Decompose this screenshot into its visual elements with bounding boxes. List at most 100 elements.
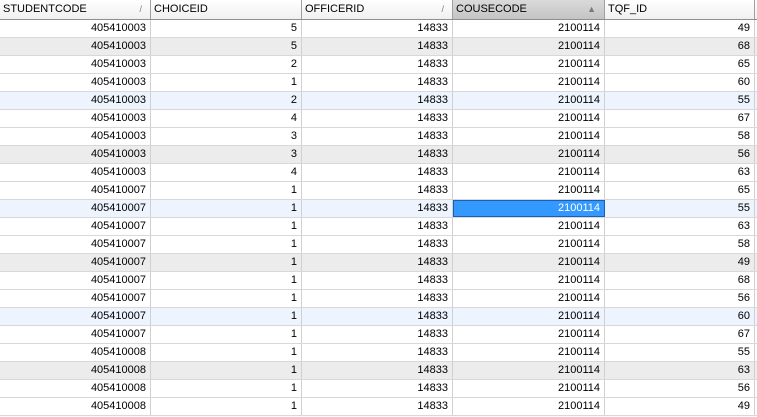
cell-studentcode[interactable]: 405410003	[0, 128, 151, 145]
table-row[interactable]: 405410003 4 14833 2100114 67	[0, 110, 757, 128]
table-row[interactable]: 405410007 1 14833 2100114 65	[0, 182, 757, 200]
cell-tqf-id[interactable]: 58	[605, 236, 755, 253]
cell-tqf-id[interactable]: 56	[605, 290, 755, 307]
cell-cousecode[interactable]: 2100114	[453, 110, 605, 127]
cell-choiceid[interactable]: 1	[151, 308, 302, 325]
cell-officerid[interactable]: 14833	[302, 290, 453, 307]
table-row[interactable]: 405410007 1 14833 2100114 55	[0, 200, 757, 218]
cell-officerid[interactable]: 14833	[302, 164, 453, 181]
table-row[interactable]: 405410003 5 14833 2100114 68	[0, 38, 757, 56]
cell-officerid[interactable]: 14833	[302, 380, 453, 397]
cell-studentcode[interactable]: 405410007	[0, 218, 151, 235]
cell-tqf-id[interactable]: 68	[605, 272, 755, 289]
cell-cousecode[interactable]: 2100114	[453, 146, 605, 163]
cell-studentcode[interactable]: 405410003	[0, 92, 151, 109]
cell-officerid[interactable]: 14833	[302, 326, 453, 343]
cell-choiceid[interactable]: 2	[151, 56, 302, 73]
cell-tqf-id[interactable]: 49	[605, 20, 755, 37]
cell-cousecode[interactable]: 2100114	[453, 218, 605, 235]
cell-choiceid[interactable]: 5	[151, 38, 302, 55]
cell-officerid[interactable]: 14833	[302, 344, 453, 361]
cell-cousecode[interactable]: 2100114	[453, 20, 605, 37]
cell-officerid[interactable]: 14833	[302, 20, 453, 37]
cell-officerid[interactable]: 14833	[302, 308, 453, 325]
cell-cousecode[interactable]: 2100114	[453, 164, 605, 181]
table-row[interactable]: 405410007 1 14833 2100114 67	[0, 326, 757, 344]
table-row[interactable]: 405410003 3 14833 2100114 58	[0, 128, 757, 146]
cell-cousecode[interactable]: 2100114	[453, 380, 605, 397]
cell-cousecode[interactable]: 2100114	[453, 290, 605, 307]
cell-choiceid[interactable]: 1	[151, 398, 302, 415]
cell-choiceid[interactable]: 1	[151, 362, 302, 379]
cell-tqf-id[interactable]: 58	[605, 128, 755, 145]
cell-studentcode[interactable]: 405410007	[0, 236, 151, 253]
data-grid[interactable]: STUDENTCODE / CHOICEID OFFICERID / COUSECODE ▲…	[0, 0, 757, 417]
table-row[interactable]: 405410003 4 14833 2100114 63	[0, 164, 757, 182]
cell-officerid[interactable]: 14833	[302, 200, 453, 217]
cell-cousecode[interactable]: 2100114	[453, 200, 605, 217]
cell-officerid[interactable]: 14833	[302, 128, 453, 145]
cell-tqf-id[interactable]: 67	[605, 326, 755, 343]
cell-studentcode[interactable]: 405410003	[0, 164, 151, 181]
table-row[interactable]: 405410007 1 14833 2100114 56	[0, 290, 757, 308]
cell-cousecode[interactable]: 2100114	[453, 272, 605, 289]
column-header-tqf-id[interactable]: TQF_ID	[605, 0, 755, 19]
cell-studentcode[interactable]: 405410007	[0, 326, 151, 343]
cell-tqf-id[interactable]: 56	[605, 146, 755, 163]
cell-cousecode[interactable]: 2100114	[453, 38, 605, 55]
column-header-officerid[interactable]: OFFICERID /	[302, 0, 453, 19]
cell-choiceid[interactable]: 1	[151, 74, 302, 91]
cell-tqf-id[interactable]: 68	[605, 38, 755, 55]
cell-tqf-id[interactable]: 49	[605, 254, 755, 271]
cell-studentcode[interactable]: 405410007	[0, 290, 151, 307]
cell-tqf-id[interactable]: 63	[605, 164, 755, 181]
cell-choiceid[interactable]: 1	[151, 236, 302, 253]
column-header-choiceid[interactable]: CHOICEID	[151, 0, 302, 19]
cell-cousecode[interactable]: 2100114	[453, 326, 605, 343]
cell-tqf-id[interactable]: 63	[605, 218, 755, 235]
cell-tqf-id[interactable]: 60	[605, 308, 755, 325]
cell-choiceid[interactable]: 4	[151, 164, 302, 181]
cell-studentcode[interactable]: 405410008	[0, 380, 151, 397]
cell-choiceid[interactable]: 1	[151, 182, 302, 199]
cell-cousecode[interactable]: 2100114	[453, 182, 605, 199]
table-row[interactable]: 405410003 2 14833 2100114 65	[0, 56, 757, 74]
cell-studentcode[interactable]: 405410008	[0, 362, 151, 379]
cell-tqf-id[interactable]: 55	[605, 344, 755, 361]
cell-studentcode[interactable]: 405410007	[0, 308, 151, 325]
cell-tqf-id[interactable]: 65	[605, 182, 755, 199]
cell-choiceid[interactable]: 1	[151, 254, 302, 271]
cell-officerid[interactable]: 14833	[302, 182, 453, 199]
cell-officerid[interactable]: 14833	[302, 146, 453, 163]
cell-choiceid[interactable]: 3	[151, 146, 302, 163]
table-row[interactable]: 405410003 5 14833 2100114 49	[0, 20, 757, 38]
table-row[interactable]: 405410003 2 14833 2100114 55	[0, 92, 757, 110]
column-header-cousecode[interactable]: COUSECODE ▲	[453, 0, 605, 19]
cell-officerid[interactable]: 14833	[302, 236, 453, 253]
cell-choiceid[interactable]: 5	[151, 20, 302, 37]
cell-cousecode[interactable]: 2100114	[453, 56, 605, 73]
table-row[interactable]: 405410007 1 14833 2100114 58	[0, 236, 757, 254]
cell-cousecode[interactable]: 2100114	[453, 362, 605, 379]
cell-choiceid[interactable]: 1	[151, 344, 302, 361]
cell-choiceid[interactable]: 4	[151, 110, 302, 127]
cell-officerid[interactable]: 14833	[302, 218, 453, 235]
cell-choiceid[interactable]: 1	[151, 290, 302, 307]
cell-cousecode[interactable]: 2100114	[453, 236, 605, 253]
cell-cousecode[interactable]: 2100114	[453, 398, 605, 415]
cell-studentcode[interactable]: 405410003	[0, 56, 151, 73]
table-row[interactable]: 405410007 1 14833 2100114 68	[0, 272, 757, 290]
cell-officerid[interactable]: 14833	[302, 56, 453, 73]
cell-officerid[interactable]: 14833	[302, 362, 453, 379]
cell-choiceid[interactable]: 1	[151, 218, 302, 235]
cell-studentcode[interactable]: 405410003	[0, 146, 151, 163]
table-row[interactable]: 405410003 1 14833 2100114 60	[0, 74, 757, 92]
table-row[interactable]: 405410007 1 14833 2100114 60	[0, 308, 757, 326]
table-row[interactable]: 405410007 1 14833 2100114 63	[0, 218, 757, 236]
cell-officerid[interactable]: 14833	[302, 38, 453, 55]
cell-tqf-id[interactable]: 67	[605, 110, 755, 127]
table-row[interactable]: 405410008 1 14833 2100114 55	[0, 344, 757, 362]
cell-cousecode[interactable]: 2100114	[453, 254, 605, 271]
table-row[interactable]: 405410008 1 14833 2100114 63	[0, 362, 757, 380]
cell-choiceid[interactable]: 2	[151, 92, 302, 109]
